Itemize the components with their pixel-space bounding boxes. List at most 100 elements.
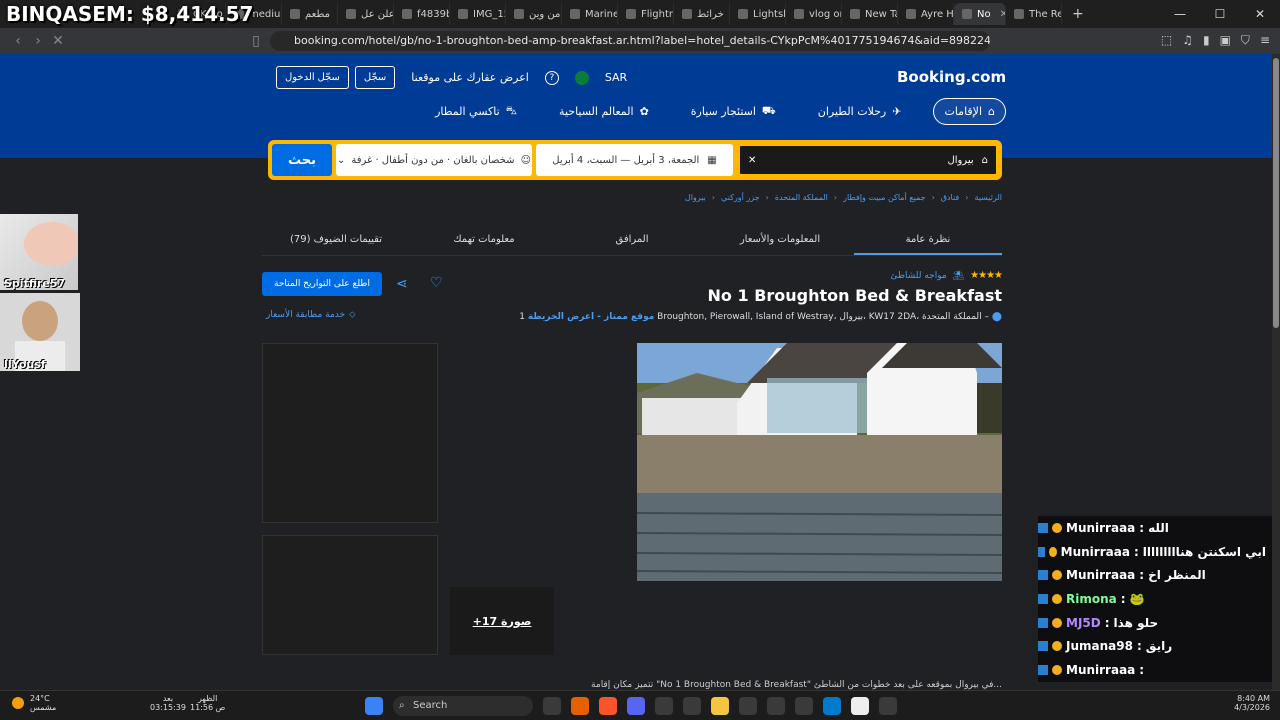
- favicon-icon: [346, 9, 356, 19]
- breadcrumb-link[interactable]: جزر أوركني: [721, 193, 760, 202]
- browser-tab[interactable]: IMG_15: [450, 3, 506, 25]
- property-tab[interactable]: المعلومات والأسعار: [706, 226, 854, 255]
- breadcrumb-link[interactable]: جميع أماكن مبيت وإفطار: [843, 193, 925, 202]
- dates-input[interactable]: الجمعة، 3 أبريل — السبت، 4 أبريل ▦: [536, 144, 733, 176]
- copilot-icon[interactable]: [543, 697, 561, 715]
- nav-item[interactable]: ⛟ استئجار سيارة: [681, 98, 786, 125]
- browser-tab[interactable]: اعلن عل: [338, 3, 394, 25]
- nav-item[interactable]: ✈ رحلات الطيران: [808, 99, 912, 124]
- browser-tab-label: f4839b: [417, 8, 450, 20]
- clear-icon[interactable]: ✕: [748, 155, 756, 166]
- taskbar-search[interactable]: ⌕ Search: [393, 696, 533, 716]
- discord-icon[interactable]: [627, 697, 645, 715]
- media-icon[interactable]: ♫: [1182, 33, 1193, 48]
- sidebar-icon[interactable]: ▮: [1203, 33, 1210, 48]
- destination-input[interactable]: ✕ بيروال ⌂: [738, 144, 998, 176]
- brave-icon[interactable]: [599, 697, 617, 715]
- breadcrumb-link[interactable]: المملكة المتحدة: [775, 193, 828, 202]
- firefox-icon[interactable]: [571, 697, 589, 715]
- menu-icon[interactable]: ≡: [1260, 33, 1270, 48]
- reload-icon[interactable]: ✕: [48, 33, 68, 49]
- price-match-link[interactable]: خدمة مطابقة الأسعار ⬦: [266, 310, 355, 320]
- favicon-icon: [1014, 9, 1024, 19]
- availability-button[interactable]: اطلع على التواريخ المتاحة: [262, 272, 382, 296]
- game-icon[interactable]: [767, 697, 785, 715]
- browser-tab[interactable]: No✕: [954, 3, 1006, 25]
- photo-placeholder[interactable]: [262, 343, 438, 523]
- favicon-icon: [402, 9, 412, 19]
- more-photos-button[interactable]: +17 صورة: [450, 587, 554, 655]
- register-button[interactable]: سجّل: [354, 66, 396, 89]
- property-tab[interactable]: تقييمات الضيوف (79): [262, 226, 410, 255]
- browser-tab[interactable]: من وين: [506, 3, 562, 25]
- url-field[interactable]: booking.com/hotel/gb/no-1-broughton-bed-…: [270, 31, 990, 51]
- browser-tab[interactable]: vlog on: [786, 3, 842, 25]
- close-icon[interactable]: ✕: [1240, 0, 1280, 28]
- property-tab[interactable]: معلومات تهمك: [410, 226, 558, 255]
- favicon-icon: [794, 9, 804, 19]
- browser-tab-label: medium: [249, 8, 281, 20]
- property-tab[interactable]: المرافق: [558, 226, 706, 255]
- badge-icon: [1052, 570, 1062, 581]
- location-pin-icon: ⬤: [991, 312, 1002, 322]
- browser-tab-label: خرائط: [697, 8, 724, 20]
- bookmark-icon[interactable]: ▯: [246, 33, 266, 49]
- wallet-icon[interactable]: ▣: [1220, 33, 1231, 48]
- share-icon[interactable]: ⋖: [396, 276, 408, 292]
- heart-icon[interactable]: ♡: [430, 275, 443, 291]
- car-icon: ⛟: [761, 104, 776, 117]
- back-icon[interactable]: ‹: [8, 33, 28, 49]
- browser-tab[interactable]: خرائط: [674, 3, 730, 25]
- help-icon[interactable]: ?: [544, 70, 559, 85]
- obs-icon[interactable]: [655, 697, 673, 715]
- windows-start-icon[interactable]: [365, 697, 383, 715]
- minimize-icon[interactable]: —: [1160, 0, 1200, 28]
- nav-item-label: تاكسي المطار: [435, 105, 500, 118]
- vscode-icon[interactable]: [823, 697, 841, 715]
- breadcrumb-link[interactable]: الرئيسية: [974, 193, 1002, 202]
- breadcrumb-link[interactable]: فنادق: [941, 193, 959, 202]
- nav-item[interactable]: ⌂ الإقامات: [933, 98, 1006, 125]
- notion-icon[interactable]: [851, 697, 869, 715]
- browser-tab-label: vlog on: [809, 8, 841, 20]
- browser-tab[interactable]: Lightsh: [730, 3, 786, 25]
- photo-placeholder[interactable]: [262, 535, 438, 655]
- chrome-icon[interactable]: [879, 697, 897, 715]
- hotel-main-photo[interactable]: [637, 343, 1002, 581]
- weather-widget[interactable]: 24°C مشمس: [12, 694, 56, 712]
- list-property-link[interactable]: اعرض عقارك على موقعنا: [411, 71, 529, 84]
- map-link[interactable]: موقع ممتاز - اعرض الخريطة: [528, 312, 654, 322]
- browser-tab[interactable]: Flightra: [618, 3, 674, 25]
- forward-icon[interactable]: ›: [28, 33, 48, 49]
- property-tab[interactable]: نظرة عامة: [854, 226, 1002, 255]
- browser-tab[interactable]: The Re: [1006, 3, 1062, 25]
- browser-tab[interactable]: f4839b: [394, 3, 450, 25]
- nav-item[interactable]: ⛍ تاكسي المطار: [425, 98, 527, 125]
- signin-button[interactable]: سجّل الدخول: [276, 66, 349, 89]
- browser-tab[interactable]: Marine: [562, 3, 618, 25]
- search-button[interactable]: بحث: [272, 144, 332, 176]
- extension-icon[interactable]: ⬚: [1161, 33, 1172, 48]
- system-clock[interactable]: 8:40 AM 4/3/2026: [1234, 694, 1270, 712]
- scrollbar-thumb[interactable]: [1273, 58, 1279, 328]
- search-icon: ⌕: [399, 700, 405, 711]
- new-tab-icon[interactable]: +: [1072, 6, 1084, 22]
- browser-tab[interactable]: مطعم: [282, 3, 338, 25]
- shield-icon[interactable]: ⛉: [1241, 33, 1250, 48]
- guests-input[interactable]: ⌄ شخصان بالغان · من دون أطفال · غرفة ☺: [336, 144, 532, 176]
- breadcrumb-link[interactable]: بيروال: [685, 193, 706, 202]
- maximize-icon[interactable]: ☐: [1200, 0, 1240, 28]
- page-scrollbar[interactable]: [1272, 54, 1280, 690]
- mail-icon[interactable]: [739, 697, 757, 715]
- flag-icon[interactable]: [574, 70, 589, 85]
- currency-selector[interactable]: SAR: [605, 71, 627, 84]
- nav-item[interactable]: ✿ المعالم السياحية: [549, 99, 659, 124]
- browser-tab[interactable]: Ayre H: [898, 3, 954, 25]
- chat-message: الله: Munirraaa: [1038, 516, 1272, 540]
- booking-logo[interactable]: Booking.com: [897, 68, 1006, 86]
- app-icon[interactable]: [795, 697, 813, 715]
- github-icon[interactable]: [683, 697, 701, 715]
- browser-tab[interactable]: New Ta: [842, 3, 898, 25]
- folder-icon[interactable]: [711, 697, 729, 715]
- window-controls: — ☐ ✕: [1160, 0, 1280, 28]
